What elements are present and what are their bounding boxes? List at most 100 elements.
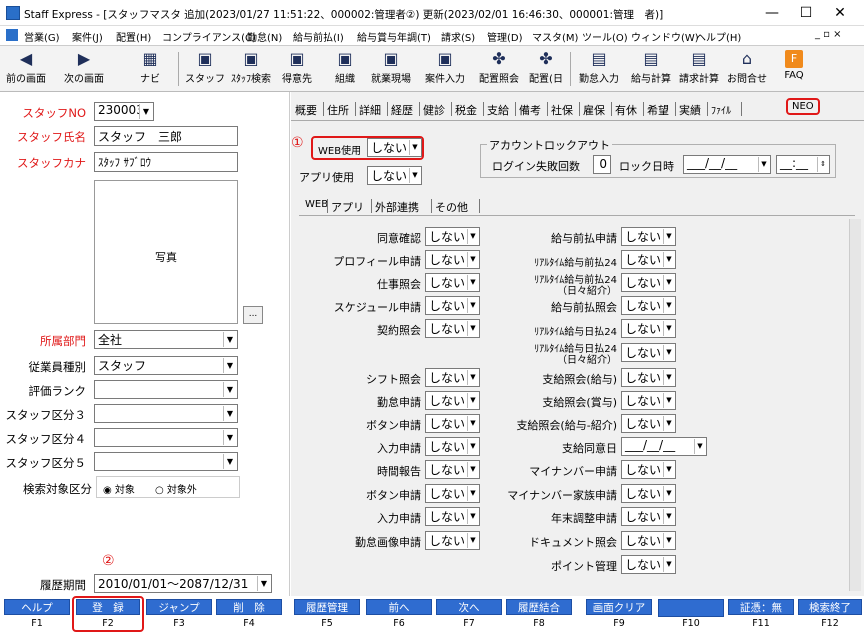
input-request-2-select[interactable]: しない ▼ [425,507,480,526]
time-report-select[interactable]: しない ▼ [425,460,480,479]
tab-notes[interactable]: 備考 [519,102,541,118]
pay-inquiry-bonus-select[interactable]: しない ▼ [621,391,676,410]
tab-career[interactable]: 経歴 [391,102,413,118]
attendance-image-select[interactable]: しない ▼ [425,531,480,550]
staff-button[interactable]: ▣ スタッフ [184,48,226,90]
menu-master[interactable]: マスタ(M) [532,29,578,44]
tab-neo[interactable]: NEO [786,98,820,115]
prev-screen-button[interactable]: ◀ 前の画面 [2,48,50,90]
placement-inquiry-button[interactable]: ✤ 配置照会 [476,48,522,90]
dept-select[interactable]: 全社 ▼ [94,330,238,349]
prev-button[interactable]: 前へ [366,599,432,615]
login-fail-input[interactable]: 0 [593,155,611,174]
menu-help[interactable]: ヘルプ(H) [696,29,741,44]
staff-no-select[interactable]: 230003 ▼ [94,102,154,121]
help-button[interactable]: ヘルプ [4,599,70,615]
menu-sales[interactable]: 営業(G) [24,29,60,44]
organization-button[interactable]: ▣ 組織 [328,48,362,90]
menu-advance-pay[interactable]: 給与前払(I) [293,29,344,44]
mynumber-family-select[interactable]: しない ▼ [621,484,676,503]
tab-overview[interactable]: 概要 [295,102,317,118]
evidence-button[interactable]: 証憑：無 [728,599,794,615]
realtime-advance24-daily-select[interactable]: しない ▼ [621,273,676,292]
tab-social-insurance[interactable]: 社保 [551,102,573,118]
staff-class3-select[interactable]: ▼ [94,404,238,423]
tab-checkup[interactable]: 健診 [423,102,445,118]
tab-wishes[interactable]: 希望 [647,102,669,118]
staff-name-input[interactable]: スタッフ 三郎 [94,126,238,146]
close-button[interactable]: ✕ [820,0,860,26]
web-use-select[interactable]: しない ▼ [367,138,422,157]
input-request-select[interactable]: しない ▼ [425,437,480,456]
realtime-advance24-select[interactable]: しない ▼ [621,250,676,269]
advance-pay-request-select[interactable]: しない ▼ [621,227,676,246]
consent-select[interactable]: しない ▼ [425,227,480,246]
register-button[interactable]: 登 録 [76,599,140,615]
tab-payment[interactable]: 支給 [487,102,509,118]
staff-kana-input[interactable]: ｽﾀｯﾌ ｻﾌﾞﾛｳ [94,152,238,172]
contact-button[interactable]: ⌂ お問合せ [724,48,770,90]
advance-pay-inquiry-select[interactable]: しない ▼ [621,296,676,315]
point-management-select[interactable]: しない ▼ [621,555,676,574]
menu-jobs[interactable]: 案件(J) [72,29,103,44]
attendance-entry-button[interactable]: ▤ 勤怠入力 [576,48,622,90]
menu-placement[interactable]: 配置(H) [116,29,151,44]
faq-button[interactable]: F FAQ [778,48,810,90]
pay-consent-date-input[interactable]: ___/__/__ ▼ [621,437,707,456]
shift-inquiry-select[interactable]: しない ▼ [425,368,480,387]
button-request-select[interactable]: しない ▼ [425,414,480,433]
staff-search-button[interactable]: ▣ ｽﾀｯﾌ検索 [228,48,274,90]
billing-calc-button[interactable]: ▤ 請求計算 [676,48,722,90]
lock-time-input[interactable]: __:__ ⇕ [776,155,830,174]
realtime-daily24-select[interactable]: しない ▼ [621,319,676,338]
radio-target-on[interactable]: ◉ 対象 [103,481,135,496]
job-entry-button[interactable]: ▣ 案件入力 [422,48,468,90]
year-end-adjust-select[interactable]: しない ▼ [621,507,676,526]
photo-browse-button[interactable]: ... [243,306,263,324]
staff-class4-select[interactable]: ▼ [94,428,238,447]
schedule-request-select[interactable]: しない ▼ [425,296,480,315]
attendance-request-select[interactable]: しない ▼ [425,391,480,410]
menu-tools[interactable]: ツール(O) [582,29,628,44]
worksite-button[interactable]: ▣ 就業現場 [368,48,414,90]
subtab-app[interactable]: アプリ [331,199,364,215]
search-end-button[interactable]: 検索終了 [798,599,862,615]
subtab-external[interactable]: 外部連携 [375,199,419,215]
history-merge-button[interactable]: 履歴結合 [506,599,572,615]
rank-select[interactable]: ▼ [94,380,238,399]
customer-button[interactable]: ▣ 得意先 [276,48,318,90]
placement-day-button[interactable]: ✤ 配置(日 [526,48,566,90]
document-inquiry-select[interactable]: しない ▼ [621,531,676,550]
lock-date-input[interactable]: ___/__/__ ▼ [683,155,771,174]
mdi-controls[interactable]: _ ▫ × [815,29,842,40]
button-request-2-select[interactable]: しない ▼ [425,484,480,503]
realtime-daily24-daily-select[interactable]: しない ▼ [621,343,676,362]
menu-payroll[interactable]: 給与賞与年調(T) [357,29,431,44]
menu-compliance[interactable]: コンプライアンス(C) [162,29,256,44]
next-button[interactable]: 次へ [436,599,502,615]
radio-target-off[interactable]: ○ 対象外 [155,481,197,496]
contract-inquiry-select[interactable]: しない ▼ [425,319,480,338]
tab-detail[interactable]: 詳細 [359,102,381,118]
tab-employment-insurance[interactable]: 雇保 [583,102,605,118]
tab-results[interactable]: 実績 [679,102,701,118]
delete-button[interactable]: 削 除 [216,599,282,615]
staff-class5-select[interactable]: ▼ [94,452,238,471]
f10-button[interactable] [658,599,724,617]
history-manage-button[interactable]: 履歴管理 [294,599,360,615]
payroll-calc-button[interactable]: ▤ 給与計算 [628,48,674,90]
vertical-scrollbar[interactable] [849,219,861,591]
mynumber-request-select[interactable]: しない ▼ [621,460,676,479]
menu-attendance[interactable]: 勤怠(N) [247,29,282,44]
menu-admin[interactable]: 管理(D) [487,29,523,44]
app-use-select[interactable]: しない ▼ [367,166,422,185]
tab-file[interactable]: ﾌｧｲﾙ [711,102,731,117]
job-inquiry-select[interactable]: しない ▼ [425,273,480,292]
history-period-select[interactable]: 2010/01/01～2087/12/31 ▼ [94,574,272,593]
subtab-other[interactable]: その他 [435,199,468,215]
clear-screen-button[interactable]: 画面クリア [586,599,652,615]
pay-inquiry-referral-select[interactable]: しない ▼ [621,414,676,433]
profile-request-select[interactable]: しない ▼ [425,250,480,269]
tab-address[interactable]: 住所 [327,102,349,118]
tab-paid-leave[interactable]: 有休 [615,102,637,118]
